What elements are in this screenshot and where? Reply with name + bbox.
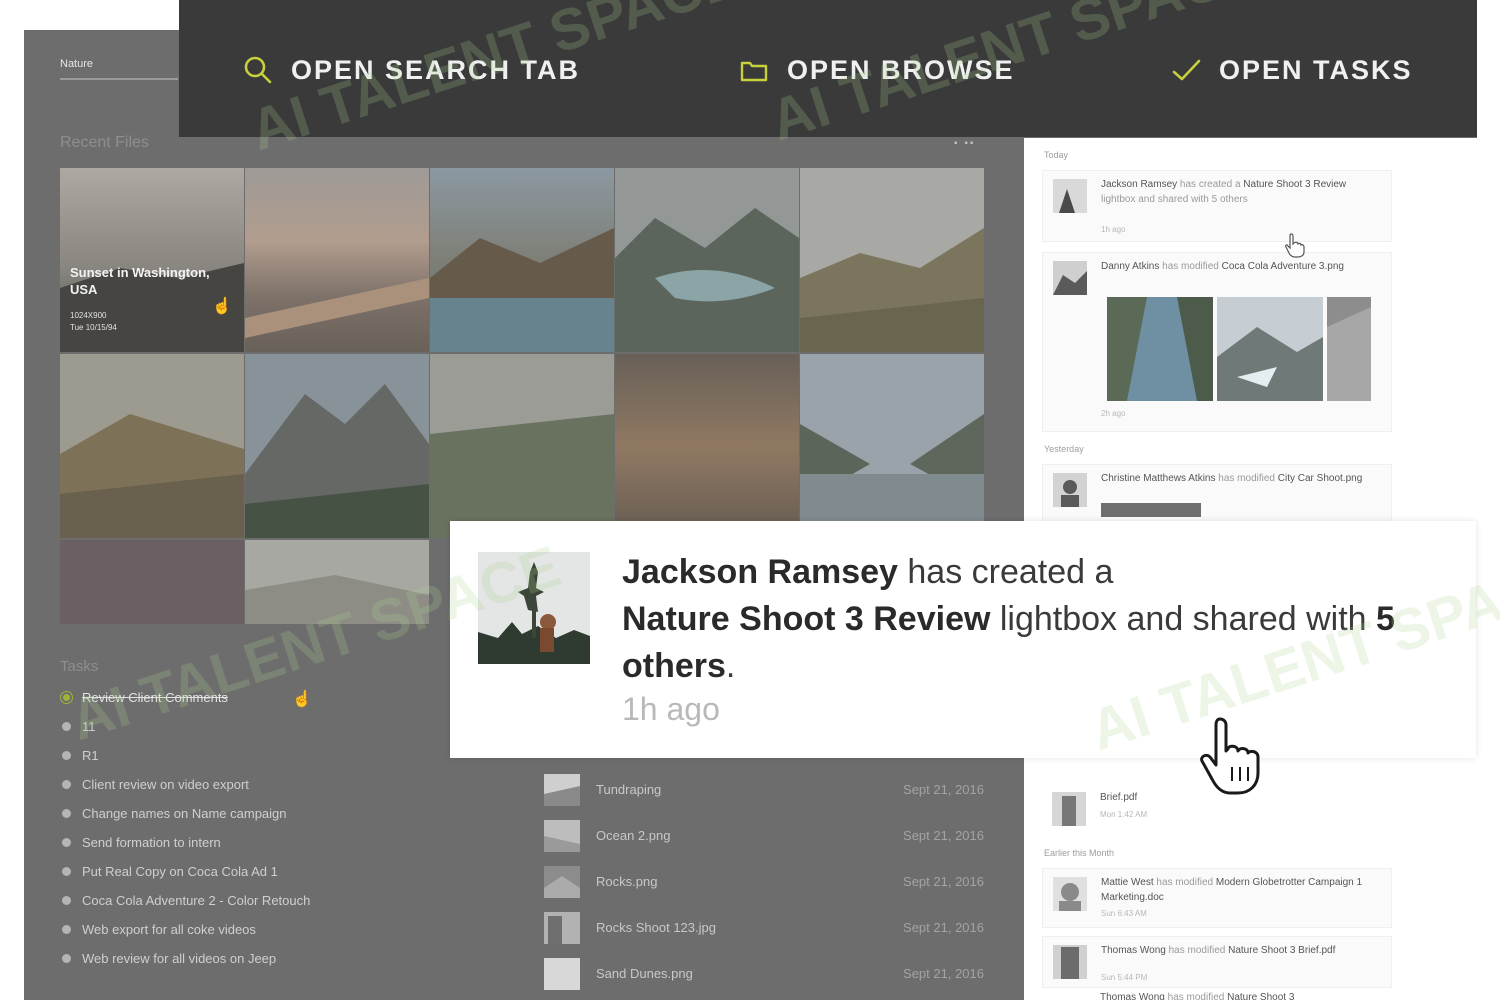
search-input[interactable]: Nature	[60, 54, 178, 80]
toolbar: OPEN SEARCH TAB OPEN BROWSE OPEN TASKS	[179, 0, 1477, 137]
task-dot-icon[interactable]	[62, 780, 71, 789]
task-item[interactable]: Coca Cola Adventure 2 - Color Retouch	[60, 886, 460, 915]
day-label-earlier: Earlier this Month	[1044, 848, 1115, 858]
activity-text: Danny Atkins has modified Coca Cola Adve…	[1101, 261, 1344, 272]
folder-icon	[739, 55, 769, 85]
activity-item[interactable]: Mattie West has modified Modern Globetro…	[1042, 868, 1392, 928]
photo-tile[interactable]	[430, 168, 614, 352]
task-dot-icon[interactable]	[62, 722, 71, 731]
task-item[interactable]: R1	[60, 741, 460, 770]
task-item[interactable]: Web export for all coke videos	[60, 915, 460, 944]
photo-tile[interactable]	[245, 354, 429, 538]
activity-thumbnail[interactable]	[1107, 297, 1213, 401]
photo-tile[interactable]	[245, 168, 429, 352]
activity-thumbnail[interactable]	[1217, 297, 1323, 401]
app-window: Nature Recent Files ▪ ▪▪ Sunset in Washi…	[24, 30, 1477, 1000]
activity-thumbnail[interactable]	[1101, 503, 1201, 517]
file-row[interactable]: Rocks.png Sept 21, 2016	[544, 862, 984, 908]
photo-tile[interactable]	[430, 354, 614, 538]
open-search-tab-button[interactable]: OPEN SEARCH TAB	[243, 52, 580, 88]
avatar	[1053, 877, 1087, 911]
photo-tile[interactable]	[60, 540, 244, 624]
activity-text: Jackson Ramsey has created a Nature Shoo…	[1101, 179, 1347, 205]
open-tasks-button[interactable]: OPEN TASKS	[1171, 52, 1413, 88]
task-dot-icon[interactable]	[62, 925, 71, 934]
checkmark-icon	[1171, 55, 1201, 85]
tile-title: Sunset in Washington, USA	[70, 265, 210, 297]
file-thumbnail	[544, 958, 580, 990]
activity-text: Mattie West has modified Modern Globetro…	[1101, 877, 1363, 903]
hand-cursor-icon	[1285, 233, 1305, 258]
activity-text: Thomas Wong has modified Nature Shoot 3 …	[1101, 945, 1336, 956]
photo-tile[interactable]: Sunset in Washington, USA 1024X900 Tue 10…	[60, 168, 244, 352]
search-icon	[243, 55, 273, 85]
task-dot-icon[interactable]	[62, 954, 71, 963]
photo-tile[interactable]	[615, 168, 799, 352]
file-thumbnail	[544, 866, 580, 898]
file-thumbnail	[544, 820, 580, 852]
day-label-today: Today	[1044, 150, 1069, 160]
view-toggle-icon[interactable]: ▪ ▪▪	[954, 138, 975, 149]
task-item[interactable]: Web review for all videos on Jeep	[60, 944, 460, 973]
file-row[interactable]: Rocks Shoot 123.jpg Sept 21, 2016	[544, 908, 984, 954]
avatar	[1053, 261, 1087, 295]
file-list: Tundraping Sept 21, 2016 Ocean 2.png Sep…	[544, 770, 984, 1000]
activity-item[interactable]: Thomas Wong has modified Nature Shoot 3 …	[1042, 936, 1392, 988]
activity-text: Thomas Wong has modified Nature Shoot 3	[1100, 992, 1295, 1000]
avatar	[478, 552, 590, 664]
activity-time: 2h ago	[1101, 409, 1126, 418]
photo-tile[interactable]	[800, 168, 984, 352]
notification-popup[interactable]: Jackson Ramsey has created a Nature Shoot…	[450, 521, 1476, 758]
task-item[interactable]: Change names on Name campaign	[60, 799, 460, 828]
activity-item[interactable]: Thomas Wong has modified Nature Shoot 3	[1042, 990, 1390, 1000]
task-item[interactable]: Client review on video export	[60, 770, 460, 799]
file-row[interactable]: Ocean 2.png Sept 21, 2016	[544, 816, 984, 862]
main-pane: Nature Recent Files ▪ ▪▪ Sunset in Washi…	[24, 30, 1024, 1000]
notification-time: 1h ago	[622, 691, 720, 727]
activity-item[interactable]: Christine Matthews Atkins has modified C…	[1042, 464, 1392, 526]
tile-meta: 1024X900 Tue 10/15/94	[70, 311, 117, 332]
file-thumbnail	[544, 774, 580, 806]
photo-tile[interactable]	[60, 354, 244, 538]
activity-time: 1h ago	[1101, 225, 1126, 234]
file-row[interactable]: Tundraping Sept 21, 2016	[544, 770, 984, 816]
task-item[interactable]: Review Client Comments ☝	[60, 683, 460, 712]
photo-tile[interactable]	[245, 540, 429, 624]
activity-time: Sun 5:44 PM	[1101, 973, 1148, 982]
file-thumbnail	[544, 912, 580, 944]
file-row[interactable]: Sand Dunes.png Sept 21, 2016	[544, 954, 984, 1000]
day-label-yesterday: Yesterday	[1044, 444, 1084, 454]
activity-item[interactable]: Jackson Ramsey has created a Nature Shoo…	[1042, 170, 1392, 242]
tasks-list: Review Client Comments ☝ 11 R1 Client rev…	[60, 683, 460, 973]
avatar	[1053, 945, 1087, 979]
activity-item[interactable]: Danny Atkins has modified Coca Cola Adve…	[1042, 252, 1392, 432]
open-browse-button[interactable]: OPEN BROWSE	[739, 52, 1015, 88]
avatar	[1052, 792, 1086, 826]
task-dot-icon[interactable]	[62, 838, 71, 847]
task-dot-icon[interactable]	[62, 867, 71, 876]
hand-cursor-icon: ☝	[292, 691, 312, 708]
avatar	[1053, 473, 1087, 507]
hand-cursor-icon: ☝	[212, 298, 232, 315]
task-dot-icon[interactable]	[62, 809, 71, 818]
avatar	[1053, 179, 1087, 213]
activity-time: Mon 1:42 AM	[1100, 810, 1148, 819]
task-dot-icon[interactable]	[62, 751, 71, 760]
task-item[interactable]: Send formation to intern	[60, 828, 460, 857]
photo-tile[interactable]	[615, 354, 799, 538]
activity-text: Christine Matthews Atkins has modified C…	[1101, 473, 1363, 484]
task-item[interactable]: Put Real Copy on Coca Cola Ad 1	[60, 857, 460, 886]
activity-thumbnail[interactable]	[1327, 297, 1371, 401]
notification-message: Jackson Ramsey has created a Nature Shoot…	[622, 553, 1395, 685]
photo-tile[interactable]	[800, 354, 984, 538]
task-item[interactable]: 11	[60, 712, 460, 741]
task-dot-icon[interactable]	[62, 896, 71, 905]
task-done-icon[interactable]	[63, 694, 70, 701]
tasks-title: Tasks	[60, 658, 99, 675]
hand-cursor-icon	[1200, 717, 1260, 795]
activity-time: Sun 6:43 AM	[1101, 909, 1147, 918]
recent-files-title: Recent Files	[60, 134, 149, 151]
